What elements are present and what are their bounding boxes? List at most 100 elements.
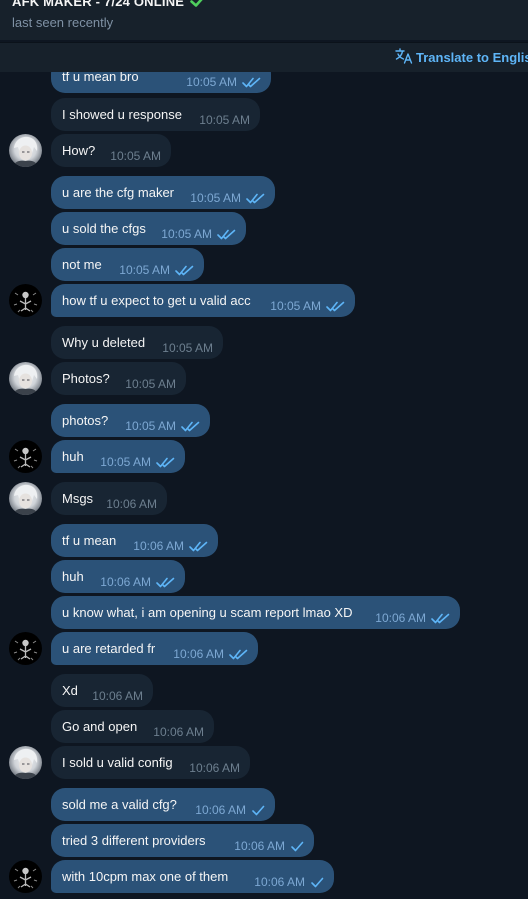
translate-label: Translate to Englis	[416, 50, 528, 65]
chat-status: last seen recently	[12, 15, 114, 30]
incoming-message[interactable]: Go and open 10:06 AM	[51, 710, 214, 743]
incoming-message[interactable]: I showed u response 10:05 AM	[51, 98, 260, 131]
double-check-icon	[431, 613, 450, 623]
chat-title-text: AFK MAKER - 7/24 ONLINE	[12, 0, 185, 9]
message-time: 10:05 AM	[100, 455, 151, 469]
message-meta: 10:06 AM	[375, 611, 450, 625]
message-meta: 10:06 AM	[195, 803, 265, 817]
avatar[interactable]	[9, 746, 42, 779]
outgoing-message[interactable]: u are the cfg maker 10:05 AM	[51, 176, 275, 209]
message-text: I sold u valid config	[62, 755, 173, 770]
message-text: u are the cfg maker	[62, 185, 174, 200]
incoming-message[interactable]: Photos? 10:05 AM	[51, 362, 186, 395]
outgoing-message[interactable]: sold me a valid cfg? 10:06 AM	[51, 788, 275, 821]
message-time: 10:06 AM	[375, 611, 426, 625]
message-text: Msgs	[62, 491, 94, 506]
message-time: 10:05 AM	[199, 113, 250, 127]
avatar[interactable]	[9, 482, 42, 515]
message-list[interactable]: tf u mean bro 10:05 AM I showed u response…	[0, 72, 528, 899]
message-time: 10:06 AM	[106, 497, 157, 511]
avatar[interactable]	[9, 860, 42, 893]
incoming-message[interactable]: Why u deleted 10:05 AM	[51, 326, 223, 359]
double-check-icon	[246, 193, 265, 203]
message-time: 10:06 AM	[153, 725, 204, 739]
avatar[interactable]	[9, 284, 42, 317]
message-text: tried 3 different providers	[62, 833, 206, 848]
double-check-icon	[217, 229, 236, 239]
message-time: 10:05 AM	[125, 419, 176, 433]
message-meta: 10:06 AM	[153, 725, 204, 739]
double-check-icon	[156, 457, 175, 467]
message-text: Xd	[62, 683, 78, 698]
message-time: 10:06 AM	[133, 539, 184, 553]
message-time: 10:05 AM	[161, 227, 212, 241]
outgoing-message[interactable]: u know what, i am opening u scam report …	[51, 596, 460, 629]
message-time: 10:06 AM	[189, 761, 240, 775]
message-meta: 10:06 AM	[189, 761, 240, 775]
message-text: I showed u response	[62, 107, 182, 122]
message-text: huh	[62, 449, 84, 464]
message-meta: 10:06 AM	[100, 575, 175, 589]
avatar[interactable]	[9, 440, 42, 473]
message-meta: 10:05 AM	[110, 149, 161, 163]
message-time: 10:06 AM	[92, 689, 143, 703]
message-time: 10:05 AM	[125, 377, 176, 391]
message-text: tf u mean bro	[62, 72, 139, 84]
message-meta: 10:05 AM	[125, 419, 200, 433]
message-time: 10:06 AM	[173, 647, 224, 661]
verified-check-icon	[190, 0, 206, 11]
avatar[interactable]	[9, 362, 42, 395]
message-meta: 10:05 AM	[186, 75, 261, 89]
double-check-icon	[326, 301, 345, 311]
double-check-icon	[181, 421, 200, 431]
translate-bar: Translate to Englis	[0, 42, 528, 72]
message-meta: 10:05 AM	[190, 191, 265, 205]
message-time: 10:05 AM	[119, 263, 170, 277]
translate-icon	[395, 48, 413, 67]
outgoing-message[interactable]: tried 3 different providers 10:06 AM	[51, 824, 314, 857]
message-meta: 10:05 AM	[119, 263, 194, 277]
single-check-icon	[291, 841, 304, 851]
message-time: 10:06 AM	[100, 575, 151, 589]
message-meta: 10:06 AM	[106, 497, 157, 511]
message-text: sold me a valid cfg?	[62, 797, 177, 812]
message-time: 10:05 AM	[186, 75, 237, 89]
translate-button[interactable]: Translate to Englis	[395, 48, 528, 67]
avatar[interactable]	[9, 134, 42, 167]
single-check-icon	[252, 805, 265, 815]
message-meta: 10:05 AM	[199, 113, 250, 127]
outgoing-message[interactable]: u are retarded fr 10:06 AM	[51, 632, 258, 665]
message-meta: 10:05 AM	[161, 227, 236, 241]
outgoing-message[interactable]: not me 10:05 AM	[51, 248, 204, 281]
outgoing-message[interactable]: u sold the cfgs 10:05 AM	[51, 212, 246, 245]
double-check-icon	[229, 649, 248, 659]
incoming-message[interactable]: How? 10:05 AM	[51, 134, 171, 167]
chat-header[interactable]: AFK MAKER - 7/24 ONLINE last seen recent…	[0, 0, 528, 40]
message-meta: 10:06 AM	[173, 647, 248, 661]
message-time: 10:06 AM	[254, 875, 305, 889]
outgoing-message[interactable]: photos? 10:05 AM	[51, 404, 210, 437]
message-text: u sold the cfgs	[62, 221, 146, 236]
message-meta: 10:06 AM	[234, 839, 304, 853]
single-check-icon	[311, 877, 324, 887]
outgoing-message[interactable]: huh 10:06 AM	[51, 560, 185, 593]
message-time: 10:05 AM	[270, 299, 321, 313]
message-text: huh	[62, 569, 84, 584]
incoming-message[interactable]: I sold u valid config 10:06 AM	[51, 746, 250, 779]
incoming-message[interactable]: Msgs 10:06 AM	[51, 482, 167, 515]
message-text: with 10cpm max one of them	[62, 869, 229, 884]
outgoing-message[interactable]: how tf u expect to get u valid acc 10:05 …	[51, 284, 355, 317]
outgoing-message[interactable]: tf u mean bro 10:05 AM	[51, 72, 271, 93]
double-check-icon	[189, 541, 208, 551]
outgoing-message[interactable]: huh 10:05 AM	[51, 440, 185, 473]
avatar[interactable]	[9, 632, 42, 665]
message-time: 10:06 AM	[234, 839, 285, 853]
outgoing-message[interactable]: tf u mean 10:06 AM	[51, 524, 218, 557]
message-text: Photos?	[62, 371, 110, 386]
outgoing-message[interactable]: with 10cpm max one of them 10:06 AM	[51, 860, 334, 893]
message-meta: 10:05 AM	[125, 377, 176, 391]
incoming-message[interactable]: Xd 10:06 AM	[51, 674, 153, 707]
chat-title[interactable]: AFK MAKER - 7/24 ONLINE	[12, 0, 206, 11]
message-text: photos?	[62, 413, 109, 428]
message-text: how tf u expect to get u valid acc	[62, 293, 251, 308]
